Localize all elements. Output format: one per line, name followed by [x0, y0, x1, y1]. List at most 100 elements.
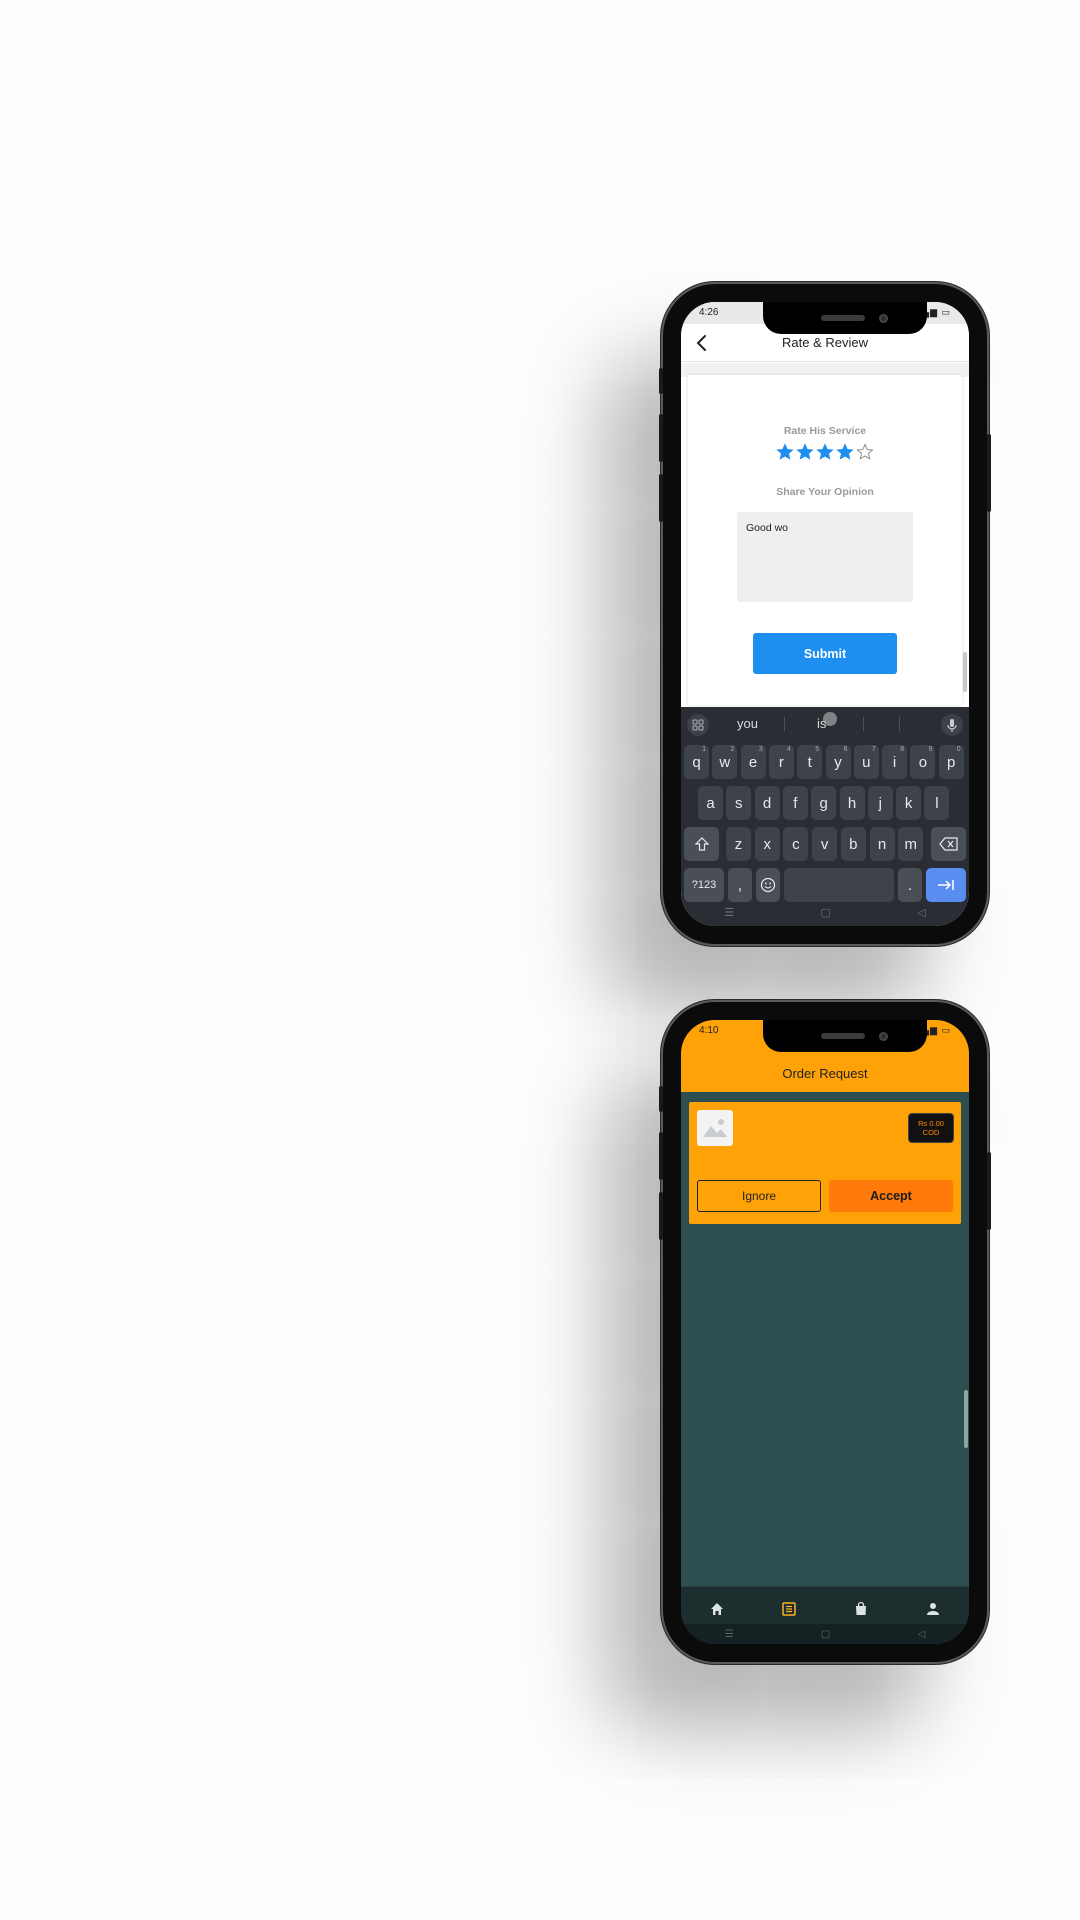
- backspace-key[interactable]: [931, 827, 966, 861]
- status-time: 4:26: [699, 307, 719, 318]
- key-s[interactable]: s: [726, 786, 752, 820]
- keyboard-menu-icon[interactable]: [687, 714, 709, 736]
- canvas: 4:26 ▂▄▆ ▂▄▆ ▭ Rate & Review Rate His Se…: [0, 0, 1080, 1920]
- opinion-label: Share Your Opinion: [776, 486, 874, 498]
- symbols-key[interactable]: ?123: [684, 868, 724, 902]
- key-row-2: asdfghjkl: [681, 786, 969, 822]
- star-filled-icon[interactable]: [776, 443, 794, 461]
- next-key[interactable]: [926, 868, 966, 902]
- home-icon[interactable]: [709, 1601, 725, 1617]
- key-hint: 0: [956, 746, 961, 753]
- key-c[interactable]: c: [783, 827, 809, 861]
- key-i[interactable]: i8: [882, 745, 908, 779]
- key-hint: 2: [730, 746, 735, 753]
- system-nav-bar: ☰ ▢ ◁: [681, 898, 969, 926]
- key-e[interactable]: e3: [740, 745, 766, 779]
- recent-apps-icon[interactable]: ☰: [725, 1629, 734, 1640]
- key-t[interactable]: t5: [797, 745, 823, 779]
- review-card: Rate His Service Share Your Opinion Good…: [688, 375, 962, 705]
- touch-indicator: [823, 712, 837, 726]
- phone-mockup-rate-review: 4:26 ▂▄▆ ▂▄▆ ▭ Rate & Review Rate His Se…: [659, 284, 991, 944]
- key-row-1: q1w2e3r4t5y6u7i8o9p0: [681, 745, 969, 781]
- key-j[interactable]: j: [867, 786, 893, 820]
- key-a[interactable]: a: [698, 786, 723, 820]
- page-title: Rate & Review: [782, 335, 868, 350]
- key-f[interactable]: f: [782, 786, 808, 820]
- key-hint: 5: [815, 746, 820, 753]
- price-badge: Rs 0.00 COD: [909, 1114, 953, 1142]
- key-hint: 9: [928, 746, 933, 753]
- key-hint: 1: [702, 746, 706, 753]
- space-key[interactable]: [784, 868, 894, 902]
- star-rating[interactable]: [688, 443, 962, 461]
- notch: [763, 302, 927, 334]
- key-hint: 8: [900, 746, 905, 753]
- orders-list-icon[interactable]: [781, 1601, 797, 1617]
- key-r[interactable]: r4: [768, 745, 794, 779]
- star-filled-icon[interactable]: [816, 443, 834, 461]
- order-card: Rs 0.00 COD Ignore Accept: [689, 1102, 961, 1224]
- rate-label: Rate His Service: [783, 425, 867, 437]
- shift-key[interactable]: [684, 827, 719, 861]
- key-w[interactable]: w2: [712, 745, 738, 779]
- key-z[interactable]: z: [726, 827, 751, 861]
- key-q[interactable]: q1: [684, 745, 709, 779]
- key-hint: 7: [871, 746, 876, 753]
- screen-order-request: Order Request 4:10 ▂▄▆ ▂▄▆ ▭ Rs 0.00 COD…: [681, 1020, 969, 1644]
- key-v[interactable]: v: [812, 827, 838, 861]
- onscreen-keyboard: you is q1w2e3r4t5y6u7i8o9p0 asdfghjkl z …: [681, 707, 969, 926]
- emoji-key[interactable]: [756, 868, 780, 902]
- back-nav-icon[interactable]: ◁: [917, 906, 925, 919]
- key-n[interactable]: n: [869, 827, 895, 861]
- accept-button[interactable]: Accept: [829, 1180, 953, 1212]
- star-filled-icon[interactable]: [796, 443, 814, 461]
- home-nav-icon[interactable]: ▢: [820, 906, 830, 919]
- star-empty-icon[interactable]: [856, 443, 874, 461]
- ignore-button[interactable]: Ignore: [697, 1180, 821, 1212]
- payment-method: COD: [922, 1128, 940, 1137]
- key-row-3: zxcvbnm: [681, 827, 969, 863]
- key-d[interactable]: d: [754, 786, 780, 820]
- key-h[interactable]: h: [839, 786, 865, 820]
- key-hint: 3: [758, 746, 763, 753]
- system-nav-bar: ☰ ▢ ◁: [681, 1624, 969, 1644]
- key-m[interactable]: m: [898, 827, 924, 861]
- key-k[interactable]: k: [896, 786, 922, 820]
- key-b[interactable]: b: [840, 827, 866, 861]
- backspace-icon: [938, 837, 958, 851]
- key-y[interactable]: y6: [825, 745, 851, 779]
- scrollbar[interactable]: [963, 652, 967, 692]
- opinion-textarea[interactable]: Good wo: [737, 512, 913, 602]
- key-hint: 4: [786, 746, 791, 753]
- page-title: Order Request: [782, 1066, 868, 1081]
- screen-rate-review: 4:26 ▂▄▆ ▂▄▆ ▭ Rate & Review Rate His Se…: [681, 302, 969, 926]
- scrollbar[interactable]: [964, 1390, 968, 1448]
- tab-arrow-icon: [938, 880, 954, 890]
- comma-key[interactable]: ,: [728, 868, 752, 902]
- image-placeholder-icon: [697, 1110, 733, 1146]
- back-nav-icon[interactable]: ◁: [918, 1629, 926, 1640]
- home-nav-icon[interactable]: ▢: [821, 1629, 830, 1640]
- suggestion-1[interactable]: you: [737, 716, 758, 731]
- key-o[interactable]: o9: [910, 745, 936, 779]
- period-key[interactable]: .: [898, 868, 922, 902]
- emoji-icon: [760, 877, 776, 893]
- recent-apps-icon[interactable]: ☰: [724, 906, 734, 919]
- phone-mockup-order-request: Order Request 4:10 ▂▄▆ ▂▄▆ ▭ Rs 0.00 COD…: [659, 1002, 991, 1662]
- key-hint: 6: [843, 746, 848, 753]
- profile-icon[interactable]: [925, 1601, 941, 1617]
- key-u[interactable]: u7: [853, 745, 879, 779]
- microphone-icon[interactable]: [941, 714, 963, 736]
- key-x[interactable]: x: [754, 827, 780, 861]
- submit-button[interactable]: Submit: [753, 633, 897, 674]
- suggestion-strip: you is: [681, 707, 969, 741]
- shift-icon: [694, 837, 709, 851]
- key-l[interactable]: l: [924, 786, 950, 820]
- status-time: 4:10: [699, 1025, 719, 1036]
- notch: [763, 1020, 927, 1052]
- key-p[interactable]: p0: [938, 745, 964, 779]
- star-filled-icon[interactable]: [836, 443, 854, 461]
- key-g[interactable]: g: [811, 786, 837, 820]
- price-amount: Rs 0.00: [918, 1119, 944, 1128]
- shopping-bag-icon[interactable]: [853, 1601, 869, 1617]
